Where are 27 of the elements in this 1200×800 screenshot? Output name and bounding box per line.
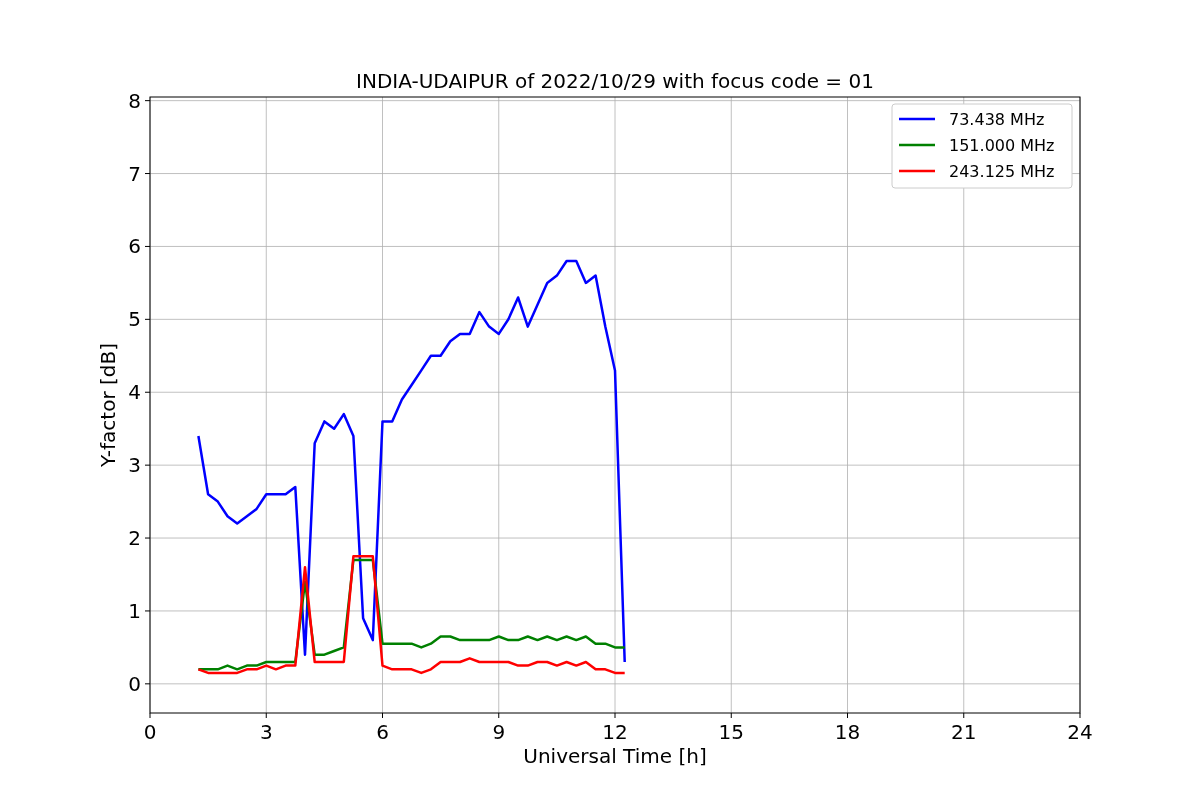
y-tick-label: 7 [128, 161, 141, 186]
x-tick-label: 6 [376, 720, 389, 744]
legend-line [899, 143, 935, 147]
x-tick-label: 12 [602, 720, 628, 744]
y-tick-label: 1 [128, 598, 141, 623]
x-tick-label: 3 [259, 720, 273, 744]
x-axis-label: Universal Time [h] [523, 744, 707, 768]
y-tick-label: 0 [128, 671, 141, 696]
legend-line [899, 117, 935, 121]
x-tick-label: 9 [492, 720, 506, 744]
y-axis-label: Y-factor [dB] [96, 343, 120, 467]
x-tick-label: 15 [718, 720, 744, 744]
y-tick-label: 4 [128, 380, 141, 405]
legend-label: 73.438 MHz [949, 110, 1045, 129]
legend-line [899, 169, 935, 173]
y-tick-label: 6 [128, 234, 141, 259]
x-tick-label: 18 [834, 720, 861, 744]
x-tick-label: 0 [143, 720, 157, 744]
y-tick-label: 2 [128, 526, 141, 551]
legend-label: 243.125 MHz [949, 162, 1055, 181]
y-tick-label: 5 [128, 307, 141, 332]
legend-label: 151.000 MHz [949, 136, 1055, 155]
y-tick-label: 3 [128, 453, 141, 478]
chart-title: INDIA-UDAIPUR of 2022/10/29 with focus code = 01 [356, 69, 874, 93]
x-tick-label: 21 [951, 720, 977, 744]
x-tick-label: 24 [1067, 720, 1093, 744]
y-tick-label: 8 [128, 88, 141, 113]
